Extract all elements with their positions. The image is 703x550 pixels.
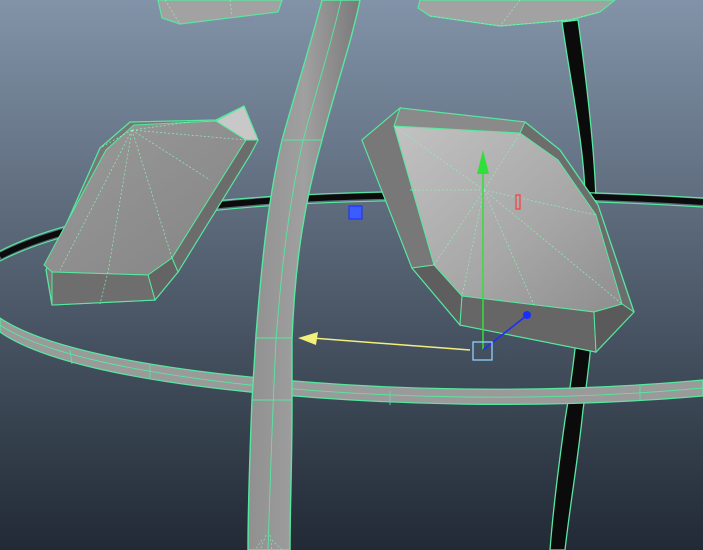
plane-handle-icon[interactable] bbox=[348, 205, 363, 220]
z-axis-handle-icon[interactable] bbox=[523, 311, 531, 319]
viewport-canvas[interactable] bbox=[0, 0, 703, 550]
maya-3d-viewport[interactable] bbox=[0, 0, 703, 550]
